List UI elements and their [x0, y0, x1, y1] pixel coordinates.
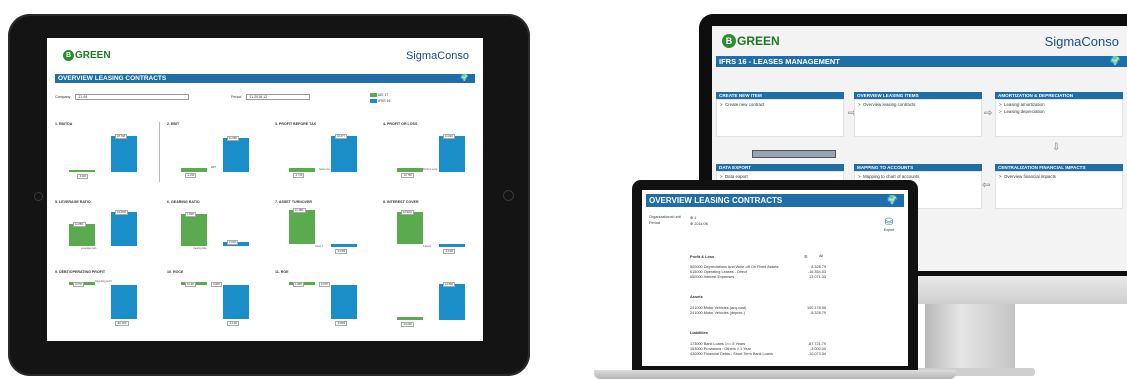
world-map-icon: 🌍 [886, 195, 898, 205]
tablet-brand: SigmaConso [406, 50, 469, 62]
kpi-panel-profit-before-tax: 3. PROFIT BEFORE TAX -1.740 10.077 befor… [275, 122, 375, 184]
kpi-panel-leverage-ratio: 5. LEVERAGE RATIO 11.88% 15.40% Leverage… [55, 200, 155, 262]
monitor-brand: SigmaConso [1044, 34, 1119, 49]
tablet-page-title: OVERVIEW LEASING CONTRACTS [58, 75, 167, 82]
link-mapping-accounts[interactable]: > Mapping to chart of accounts [858, 174, 978, 179]
kpi-panel-profit-or-loss: 4. PROFIT OR LOSS -10.750 11.023 Profit … [383, 122, 483, 184]
monitor-title-bar: IFRS 16 - LEASES MANAGEMENT 🌍 [716, 56, 1127, 67]
bar-ifrs16 [223, 138, 249, 172]
kpi-panel-ebitda: 1. EBITDA -9.000 18.748 [55, 122, 155, 184]
tablet-camera [34, 192, 43, 201]
bar-ifrs16 [111, 285, 137, 319]
period-field[interactable]: 11.2018.12 [246, 94, 311, 100]
tablet-logo: B GREEN [63, 50, 111, 61]
org-unit-label: Organizational unit [649, 215, 681, 219]
bar-ifrs16 [331, 244, 357, 247]
monitor-page-title: IFRS 16 - LEASES MANAGEMENT [719, 57, 840, 66]
bar-ifrs16 [439, 284, 465, 320]
bar-ias17 [69, 224, 95, 246]
monitor-stand [925, 304, 1015, 374]
period-label: Period [649, 221, 660, 225]
company-field[interactable]: 11.44 [75, 94, 190, 100]
step-amortization-depreciation[interactable]: AMORTIZATION & DEPRECIATION > Leasing am… [995, 92, 1123, 137]
bar-ias17 [289, 210, 315, 244]
progress-bar [752, 150, 836, 158]
kpi-panel-ebit: 2. EBIT -1.230 11.568 EBIT [167, 122, 267, 184]
legend-swatch-blue [370, 99, 377, 104]
column-filter-icon[interactable]: ☰ [804, 254, 807, 259]
bar-ias17 [397, 168, 423, 172]
laptop-title-bar: OVERVIEW LEASING CONTRACTS 🌍 [646, 194, 904, 207]
bar-ias17 [289, 168, 315, 172]
laptop-base [594, 370, 956, 379]
org-unit-value[interactable]: ⊕ 1 [690, 215, 696, 220]
kpi-panel-extra: -10.000 12.890 [383, 270, 483, 336]
link-financial-impacts[interactable]: > Overview financial impacts [999, 174, 1119, 179]
laptop-screen: OVERVIEW LEASING CONTRACTS 🌍 Organizatio… [642, 190, 908, 366]
monitor-logo: B GREEN [722, 34, 780, 48]
arrow-right-icon: ⇨ [984, 108, 993, 119]
bar-ifrs16 [111, 212, 137, 246]
period-value[interactable]: ⊕ 2011.06 [690, 221, 708, 226]
kpi-panel-gearing-ratio: 6. GEARING RATIO 7.83% 2.04% Gearing rat… [167, 200, 267, 262]
tablet-title-bar: OVERVIEW LEASING CONTRACTS 🌍 [55, 74, 475, 83]
bar-ifrs16 [439, 244, 465, 247]
kpi-panel-asset-turnover: 7. ASSET TURNOVER 11.48% -0.23% Asset T. [275, 200, 375, 262]
tablet-home-button[interactable] [503, 190, 514, 201]
bar-ias17 [69, 170, 95, 172]
kpi-panel-roce: 10. ROCE 0.13% -0.13% 0.00% [167, 270, 267, 336]
laptop-page-title: OVERVIEW LEASING CONTRACTS [649, 196, 783, 205]
link-leasing-depreciation[interactable]: > Leasing depreciation [999, 109, 1119, 114]
link-overview-contracts[interactable]: > Overview leasing contracts [858, 102, 978, 107]
world-map-icon: 🌍 [460, 75, 469, 82]
bar-ifrs16 [331, 285, 357, 319]
kpi-panel-interest-cover: 8. INTEREST COVER 10.93% -0.19% Interest [383, 200, 483, 262]
export-button[interactable]: ⛁ Export [882, 217, 896, 233]
kpi-panel-debt-operating-profit: 9. DEBT/OPERATING PROFIT 0.37% -84.10% O… [55, 270, 155, 336]
arrow-down-icon: ⇩ [1052, 142, 1061, 153]
link-create-contract[interactable]: > Create new contract [720, 102, 840, 107]
chart-legend: IAS 17 IFRS 16 [370, 93, 390, 104]
period-filter[interactable]: Period 11.2018.12 [231, 94, 311, 100]
bar-ifrs16 [223, 285, 249, 319]
bar-ifrs16 [331, 136, 357, 172]
bar-ias17 [397, 317, 423, 320]
kpi-panel-roe: 11. ROE 1.08% -0.05% 0.07% [275, 270, 375, 336]
bar-ias17 [397, 212, 423, 244]
bar-ias17 [181, 168, 207, 172]
arrow-left-icon: ⇦ [982, 180, 991, 191]
tablet-screen: B GREEN SigmaConso OVERVIEW LEASING CONT… [47, 38, 483, 341]
step-overview-leasing-items[interactable]: OVERVIEW LEASING ITEMS > Overview leasin… [854, 92, 982, 137]
bar-ias17 [181, 214, 207, 246]
step-centralization-financial-impacts[interactable]: CENTRALIZATION FINANCIAL IMPACTS > Overv… [995, 164, 1123, 209]
bar-ifrs16 [439, 136, 465, 172]
link-leasing-amortization[interactable]: > Leasing amortization [999, 102, 1119, 107]
divider [159, 122, 160, 182]
company-filter[interactable]: Company 11.44 [55, 94, 190, 100]
legend-swatch-green [370, 93, 377, 98]
link-data-export[interactable]: > Data export [720, 174, 840, 179]
export-icon: ⛁ [884, 217, 894, 228]
step-create-new-item[interactable]: CREATE NEW ITEM > Create new contract [716, 92, 844, 137]
column-header-all: All [819, 254, 824, 258]
bar-ifrs16 [111, 136, 137, 172]
world-map-icon: 🌍 [1109, 56, 1121, 66]
